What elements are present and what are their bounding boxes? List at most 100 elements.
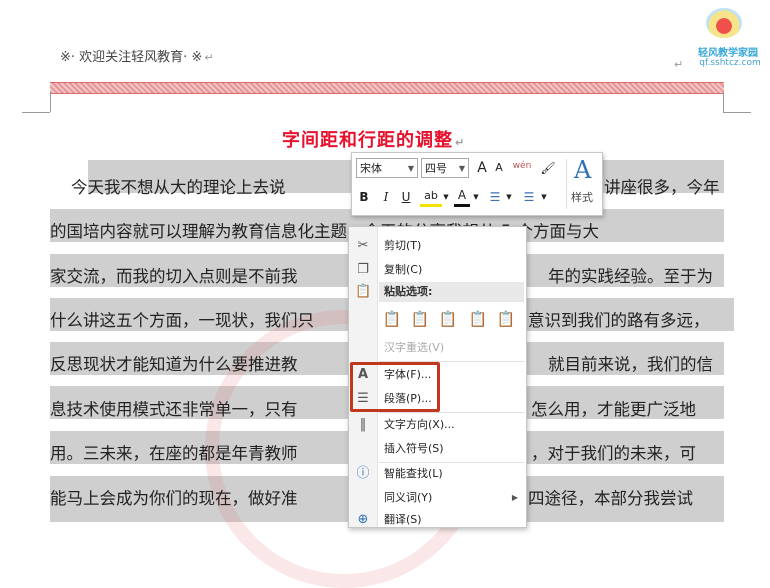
menu-item-label: 段落(P)... [384, 392, 432, 405]
copy-icon: ❐ [357, 262, 369, 277]
underline-icon: U [401, 190, 411, 204]
logo-url: qf.sshtcz.com [699, 58, 761, 68]
menu-item-text-direction[interactable]: ‖ 文字方向(X)... [349, 414, 526, 436]
menu-item-smart-lookup[interactable]: ⓘ 智能查找(L) [349, 463, 526, 485]
menu-item-label: 字体(F)... [384, 368, 432, 381]
body-line[interactable]: 什么讲这五个方面，一现状，我们只 [50, 307, 314, 331]
styles-glyph: A [574, 156, 592, 184]
bold-button[interactable]: B [356, 187, 372, 207]
highlight-dropdown[interactable]: ▼ [442, 187, 450, 207]
paragraph-mark: ↵ [204, 51, 214, 64]
menu-item-insert-symbol[interactable]: 插入符号(S) [349, 438, 526, 460]
font-size-value: 四号 [425, 162, 447, 175]
paragraph-icon: ☰ [357, 391, 369, 406]
header-text: ※· 欢迎关注轻风教育· ※ ↵ [60, 46, 214, 65]
font-color-dropdown[interactable]: ▼ [472, 187, 480, 207]
body-line[interactable]: 息技术使用模式还非常单一，只有 [50, 396, 298, 420]
styles-button-label[interactable]: 样式 [571, 189, 593, 205]
body-line-right[interactable]: 年的实践经验。至于为 [548, 263, 713, 287]
menu-item-label: 翻译(S) [384, 513, 422, 526]
menu-item-hanzi-reconvert[interactable]: 汉字重选(V) [349, 337, 526, 359]
link-icon[interactable]: 📋 [437, 310, 459, 334]
header-label: ※· 欢迎关注轻风教育· ※ [60, 50, 203, 65]
document-title[interactable]: 字间距和行距的调整 ↵ [282, 126, 465, 152]
body-line[interactable]: 用。三未来，在座的都是年青教师 [50, 440, 298, 464]
body-line-right[interactable]: 怎么用，才能更广泛地 [531, 396, 696, 420]
italic-icon: I [383, 190, 389, 204]
menu-item-label: 智能查找(L) [384, 467, 443, 480]
underline-button[interactable]: U [398, 187, 414, 207]
text-only-icon[interactable]: 📋 [495, 310, 517, 334]
highlight-icon: ab [424, 189, 438, 202]
menu-item-label: 剪切(T) [384, 239, 422, 252]
title-paragraph-mark: ↵ [455, 136, 466, 149]
bold-icon: B [359, 190, 369, 204]
numbering-button[interactable]: ☰ [520, 187, 538, 207]
bullets-button[interactable]: ☰ [486, 187, 504, 207]
header-band [50, 82, 724, 94]
menu-item-cut[interactable]: ✂ 剪切(T) [349, 235, 526, 257]
menu-item-paragraph[interactable]: ☰ 段落(P)... [349, 388, 526, 410]
body-line[interactable]: 反思现状才能知道为什么要推进教 [50, 351, 298, 375]
clipboard-icon: 📋 [355, 284, 372, 299]
italic-button[interactable]: I [378, 187, 394, 207]
body-line-right[interactable]: 就目前来说，我们的信 [548, 351, 713, 375]
font-name-value: 宋体 [360, 162, 382, 175]
keep-source-icon[interactable]: 📋 [381, 310, 403, 334]
font-name-dropdown[interactable]: 宋体 ▼ [356, 158, 418, 178]
body-line-right[interactable]: 讲座很多，今年 [604, 174, 720, 198]
context-menu: ✂ 剪切(T) ❐ 复制(C) 📋 粘贴选项: 📋 📋 📋 📋 📋 汉字重选(V… [348, 226, 527, 528]
menu-item-copy[interactable]: ❐ 复制(C) [349, 259, 526, 281]
body-line-right[interactable]: ，对于我们的未来，可 [531, 440, 696, 464]
text-direction-icon: ‖ [359, 417, 367, 432]
merge-format-icon[interactable]: 📋 [409, 310, 431, 334]
menu-item-synonyms[interactable]: 同义词(Y) ▶ [349, 487, 526, 509]
submenu-arrow-icon: ▶ [511, 493, 518, 502]
margin-corner-right [723, 92, 724, 112]
numbering-dropdown[interactable]: ▼ [540, 187, 548, 207]
menu-item-label: 复制(C) [384, 263, 423, 276]
menu-item-label: 插入符号(S) [384, 442, 444, 455]
font-color-button[interactable]: A [454, 187, 470, 207]
paste-options-row: 📋 📋 📋 📋 📋 [379, 307, 524, 337]
format-painter-button[interactable]: 🖌 [538, 158, 558, 178]
body-line-right[interactable]: 意识到我们的路有多远， [528, 307, 710, 331]
chevron-down-icon: ▼ [458, 164, 465, 173]
body-line-right[interactable]: 四途径，本部分我尝试 [528, 485, 693, 509]
phonetic-guide-icon: wén [512, 161, 532, 171]
format-painter-icon: 🖌 [540, 161, 556, 175]
mini-toolbar: 宋体 ▼ 四号 ▼ A A wén 🖌 B I U ab ▼ A ▼ ☰ ▼ ☰… [351, 152, 603, 216]
margin-corner-left [50, 92, 51, 112]
body-line[interactable]: 今天我不想从大的理论上去说 [50, 174, 286, 198]
font-size-dropdown[interactable]: 四号 ▼ [421, 158, 469, 178]
shrink-font-button[interactable]: A [492, 158, 506, 178]
smart-lookup-icon: ⓘ [356, 466, 370, 481]
font-icon: A [357, 367, 369, 382]
document-title-text: 字间距和行距的调整 [282, 130, 453, 151]
margin-corner-right-h [723, 112, 751, 113]
shrink-font-icon: A [495, 161, 503, 174]
bullets-dropdown[interactable]: ▼ [505, 187, 513, 207]
menu-item-font[interactable]: A 字体(F)... [349, 364, 526, 386]
grow-font-button[interactable]: A [474, 158, 490, 178]
paste-options-header: 粘贴选项: [379, 282, 524, 302]
menu-item-label: 文字方向(X)... [384, 418, 455, 431]
bullets-icon: ☰ [489, 190, 501, 204]
logo-name: 轻风教学家园 [698, 48, 758, 59]
picture-icon[interactable]: 📋 [467, 310, 489, 334]
translate-icon: ⊕ [357, 512, 369, 527]
body-line[interactable]: 家交流，而我的切入点则是不前我 [50, 263, 298, 287]
logo: 轻风教学家园 qf.sshtcz.com [688, 6, 766, 76]
toolbar-divider [566, 159, 567, 209]
menu-item-label: 同义词(Y) [384, 491, 433, 504]
styles-icon[interactable]: A [574, 156, 591, 184]
paragraph-mark-right: ↵ [674, 58, 684, 71]
grow-font-icon: A [477, 160, 487, 176]
menu-item-translate[interactable]: ⊕ 翻译(S) [349, 509, 526, 531]
highlight-button[interactable]: ab [420, 187, 442, 207]
font-color-icon: A [457, 188, 467, 202]
menu-item-label: 汉字重选(V) [384, 341, 445, 354]
menu-separator [379, 361, 524, 362]
body-line[interactable]: 能马上会成为你们的现在，做好准 [50, 485, 298, 509]
phonetic-guide-button[interactable]: wén [510, 156, 534, 176]
